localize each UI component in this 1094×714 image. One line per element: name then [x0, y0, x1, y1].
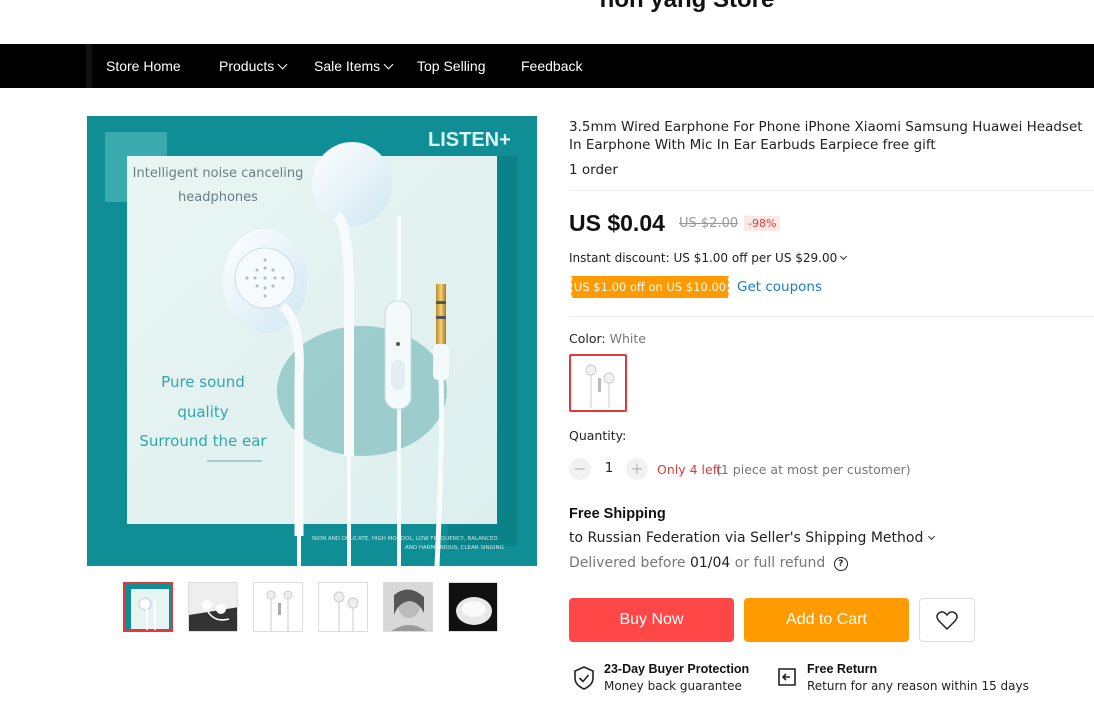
- nav-store-home[interactable]: Store Home: [106, 44, 181, 88]
- color-label-text: Color:: [569, 331, 606, 346]
- thumbnail[interactable]: [448, 582, 498, 632]
- delivery-estimate: Delivered before 01/04 or full refund ?: [569, 555, 848, 571]
- quantity-label: Quantity:: [569, 428, 627, 443]
- nav-label: Store Home: [106, 58, 181, 74]
- color-value: White: [609, 331, 646, 346]
- thumbnail[interactable]: [188, 582, 238, 632]
- quantity-decrease-button[interactable]: −: [569, 458, 591, 480]
- instant-discount-text: Instant discount: US $1.00 off per US $2…: [569, 251, 838, 265]
- chevron-down-icon: [928, 532, 936, 541]
- nav-label: Feedback: [521, 58, 583, 74]
- thumbnail[interactable]: [253, 582, 303, 632]
- wishlist-button[interactable]: [919, 598, 975, 642]
- image-feature-3: Surround the ear: [139, 432, 267, 450]
- get-coupons-link[interactable]: Get coupons: [737, 279, 822, 295]
- chevron-down-icon: [383, 59, 394, 70]
- store-name: hon yang Store: [0, 0, 1094, 14]
- chevron-down-icon: [840, 252, 848, 261]
- delivery-suffix: or full refund: [734, 555, 826, 571]
- chevron-down-icon: [277, 59, 288, 70]
- divider: [569, 190, 1094, 191]
- delivery-date: 01/04: [689, 555, 731, 571]
- image-footer-text-2: AND HARMONIOUS, CLEAR SINGING: [405, 545, 504, 551]
- nav-top-selling[interactable]: Top Selling: [417, 44, 486, 88]
- nav-sale-items[interactable]: Sale Items: [314, 44, 394, 88]
- image-headline-2: headphones: [178, 190, 258, 205]
- current-price: US $0.04: [569, 210, 665, 236]
- free-return-subtitle: Return for any reason within 15 days: [807, 679, 1029, 693]
- color-label: Color: White: [569, 331, 646, 346]
- earphone-illustration: LISTEN+ Intelligent noise canceling head…: [87, 116, 537, 566]
- thumbnail[interactable]: [318, 582, 368, 632]
- buy-now-button[interactable]: Buy Now: [569, 598, 734, 642]
- stock-warning: Only 4 left: [657, 462, 722, 477]
- original-price: US $2.00: [679, 216, 739, 231]
- image-footer-text-1: NION AND DELICATE, HIGH MODDOL, LOW FREQ…: [312, 536, 498, 542]
- instant-discount[interactable]: Instant discount: US $1.00 off per US $2…: [569, 251, 848, 265]
- discount-badge: -98%: [744, 216, 781, 231]
- delivery-prefix: Delivered before: [569, 555, 686, 571]
- coupon-tag: US $1.00 off on US $10.00: [569, 276, 731, 298]
- divider: [569, 316, 1094, 317]
- image-headline-1: Intelligent noise canceling: [133, 166, 304, 181]
- question-circle-icon[interactable]: ?: [833, 557, 848, 571]
- quantity-increase-button[interactable]: +: [626, 458, 648, 480]
- color-swatch-white[interactable]: [569, 354, 627, 412]
- thumbnail[interactable]: [383, 582, 433, 632]
- buyer-protection-subtitle: Money back guarantee: [604, 679, 742, 693]
- store-navbar: Store Home Products Sale Items Top Selli…: [0, 44, 1094, 88]
- swatch-image: [585, 364, 615, 408]
- order-count: 1 order: [569, 162, 618, 178]
- image-brand-text: LISTEN+: [428, 129, 511, 151]
- shipping-route-text: to Russian Federation via Seller's Shipp…: [569, 530, 924, 546]
- thumbnail[interactable]: [123, 582, 173, 632]
- free-return-title: Free Return: [807, 662, 878, 676]
- product-main-image[interactable]: LISTEN+ Intelligent noise canceling head…: [87, 116, 537, 566]
- heart-icon: [936, 611, 958, 630]
- nav-products[interactable]: Products: [219, 44, 288, 88]
- product-title: 3.5mm Wired Earphone For Phone iPhone Xi…: [569, 119, 1083, 153]
- image-feature-1: Pure sound: [161, 373, 245, 391]
- add-to-cart-button[interactable]: Add to Cart: [744, 598, 909, 642]
- nav-label: Products: [219, 58, 275, 74]
- nav-feedback[interactable]: Feedback: [521, 44, 582, 88]
- shipping-method-selector[interactable]: to Russian Federation via Seller's Shipp…: [569, 530, 936, 546]
- shield-check-icon: [574, 666, 594, 690]
- quantity-value[interactable]: 1: [601, 460, 617, 476]
- return-box-icon: [778, 668, 796, 686]
- buyer-protection-title: 23-Day Buyer Protection: [604, 662, 750, 676]
- image-feature-2: quality: [177, 403, 228, 421]
- nav-label: Sale Items: [314, 58, 381, 74]
- stock-note: (1 piece at most per customer): [716, 462, 911, 477]
- nav-label: Top Selling: [417, 58, 486, 74]
- shipping-title: Free Shipping: [569, 506, 666, 522]
- nav-divider: [86, 44, 92, 88]
